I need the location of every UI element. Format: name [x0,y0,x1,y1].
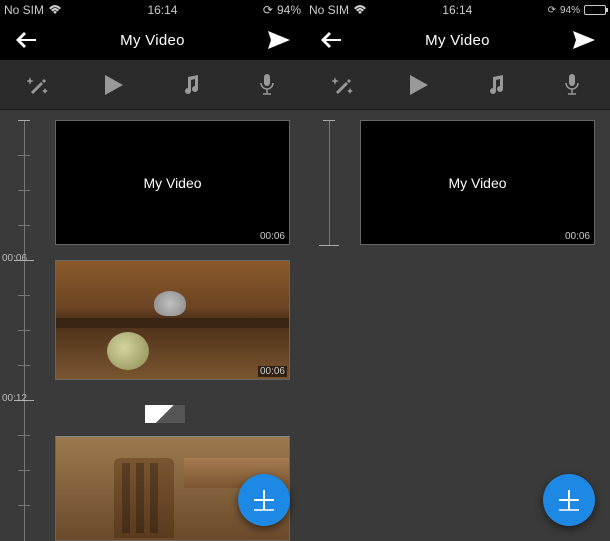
time-mark-2: 00:12 [2,393,27,404]
timeline[interactable]: 00:06 00:12 My Video 00:06 00:06 [0,110,305,541]
battery-percent: 94% [277,3,301,17]
effects-button[interactable] [13,65,63,105]
status-time: 16:14 [62,3,263,17]
title-clip-text: My Video [448,175,506,191]
carrier-text: No SIM [309,3,349,17]
mic-button[interactable] [242,65,292,105]
loading-icon: ⟳ [263,3,273,17]
transition-handle[interactable] [145,405,185,423]
back-button[interactable] [14,28,38,52]
loading-icon: ⟳ [548,5,556,16]
music-button[interactable] [166,65,216,105]
nav-bar: My Video [305,20,610,60]
wifi-icon [353,5,367,15]
add-button[interactable] [543,474,595,526]
clip-duration: 00:06 [258,366,287,377]
left-panel: No SIM 16:14 ⟳ 94% My Video [0,0,305,541]
carrier-text: No SIM [4,3,44,17]
play-button[interactable] [89,65,139,105]
page-title: My Video [38,32,267,49]
clip-duration: 00:06 [258,231,287,242]
status-bar: No SIM 16:14 ⟳ 94% [0,0,305,20]
music-button[interactable] [471,65,521,105]
page-title: My Video [343,32,572,49]
clip-duration: 00:06 [563,231,592,242]
timeline-ruler [329,120,330,245]
play-button[interactable] [394,65,444,105]
status-bar: No SIM 16:14 ⟳ 94% [305,0,610,20]
nav-bar: My Video [0,20,305,60]
title-clip[interactable]: My Video 00:06 [360,120,595,245]
back-button[interactable] [319,28,343,52]
battery-icon [584,5,606,15]
battery-percent: 94% [560,5,580,16]
mic-button[interactable] [547,65,597,105]
time-mark-1: 00:06 [2,253,27,264]
send-button[interactable] [267,28,291,52]
title-clip-text: My Video [143,175,201,191]
right-panel: No SIM 16:14 ⟳ 94% My Video [305,0,610,541]
status-time: 16:14 [367,3,548,17]
add-button[interactable] [238,474,290,526]
send-button[interactable] [572,28,596,52]
title-clip[interactable]: My Video 00:06 [55,120,290,245]
video-clip-1[interactable]: 00:06 [55,260,290,380]
tool-bar [305,60,610,110]
effects-button[interactable] [318,65,368,105]
wifi-icon [48,5,62,15]
timeline[interactable]: My Video 00:06 [305,110,610,541]
tool-bar [0,60,305,110]
